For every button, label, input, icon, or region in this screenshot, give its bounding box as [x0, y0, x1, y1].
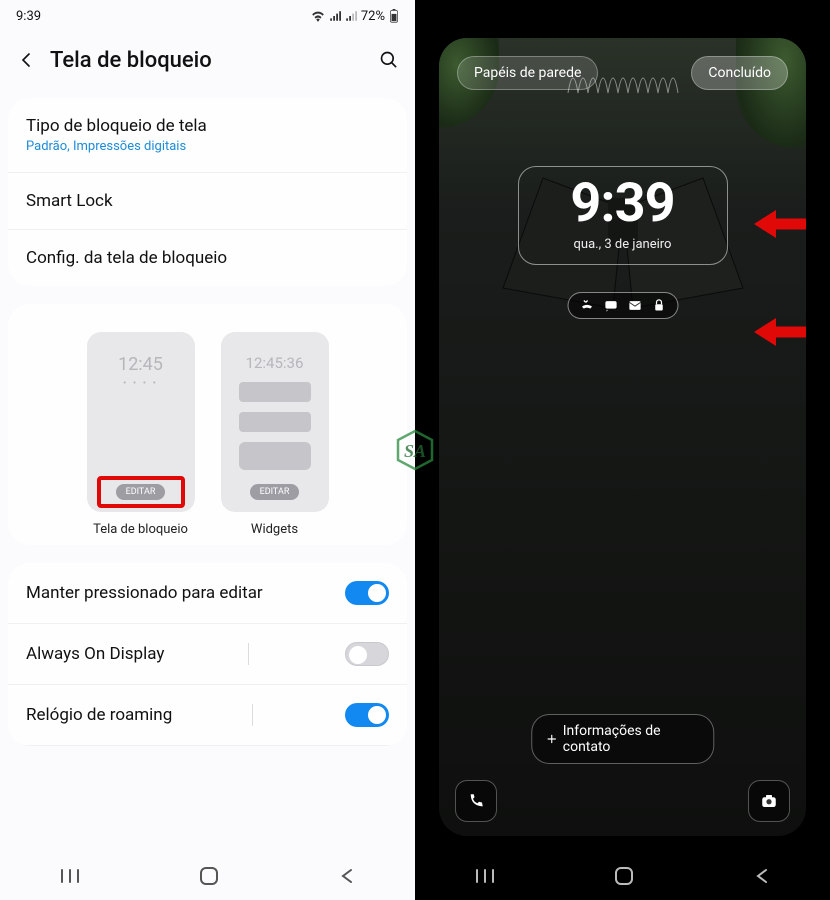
plus-icon: [546, 733, 557, 745]
battery-icon: [389, 9, 399, 23]
done-button[interactable]: Concluído: [691, 56, 788, 90]
widget-bar-1: [239, 382, 311, 402]
roaming-clock-label: Relógio de roaming: [26, 705, 172, 725]
settings-screen: 9:39 72% Tela de bloqueio Tipo de bloque…: [0, 0, 415, 900]
hold-to-edit-switch[interactable]: [345, 581, 389, 605]
wifi-icon: [311, 10, 325, 22]
lock-time: 9:39: [570, 177, 674, 231]
recents-button[interactable]: [59, 867, 81, 889]
divider: [248, 643, 249, 665]
settings-group-1: Tipo de bloqueio de tela Padrão, Impress…: [8, 98, 407, 286]
lockscreen-config-row[interactable]: Config. da tela de bloqueio: [8, 230, 407, 286]
phone-shortcut[interactable]: [455, 780, 497, 822]
lock-type-row[interactable]: Tipo de bloqueio de tela Padrão, Impress…: [8, 98, 407, 173]
annotation-arrow-2: [752, 314, 806, 350]
widgets-preview-label: Widgets: [251, 522, 298, 537]
message-icon: [603, 298, 618, 313]
hold-to-edit-label: Manter pressionado para editar: [26, 583, 263, 603]
lockscreen-canvas[interactable]: Papéis de parede Concluído 9:39 qua., 3 …: [439, 38, 806, 836]
hold-to-edit-row[interactable]: Manter pressionado para editar: [8, 563, 407, 624]
notification-icons-widget[interactable]: [567, 292, 678, 319]
widgets-preview[interactable]: 12:45:36 EDITAR Widgets: [221, 332, 329, 537]
mini-clock-widgets: 12:45:36: [246, 354, 304, 372]
mail-icon: [627, 298, 642, 313]
signal1-icon: [329, 10, 341, 22]
lockscreen-preview-label: Tela de bloqueio: [93, 522, 188, 537]
nav-bar: [0, 856, 415, 900]
watermark-badge: SA: [394, 429, 436, 471]
roaming-clock-row[interactable]: Relógio de roaming: [8, 685, 407, 746]
editar-badge-widgets[interactable]: EDITAR: [250, 484, 300, 500]
back-nav-button[interactable]: [753, 867, 771, 889]
search-button[interactable]: [375, 46, 403, 74]
aod-label: Always On Display: [26, 644, 164, 664]
widget-bar-3: [239, 442, 311, 470]
divider: [252, 704, 253, 726]
aod-switch[interactable]: [345, 642, 389, 666]
home-button[interactable]: [614, 866, 634, 890]
header: Tela de bloqueio: [0, 32, 415, 98]
aod-row[interactable]: Always On Display: [8, 624, 407, 685]
annotation-arrow-1: [752, 206, 806, 242]
red-highlight: [97, 476, 185, 508]
toggles-group: Manter pressionado para editar Always On…: [8, 563, 407, 746]
camera-shortcut[interactable]: [748, 780, 790, 822]
clock-widget[interactable]: 9:39 qua., 3 de janeiro: [518, 166, 728, 265]
battery-text: 72%: [361, 9, 385, 24]
lockscreen-config-label: Config. da tela de bloqueio: [26, 248, 227, 268]
nav-bar-right: [415, 856, 830, 900]
status-icons: 72%: [311, 9, 399, 24]
widget-bar-2: [239, 412, 311, 432]
wallpapers-button[interactable]: Papéis de parede: [457, 56, 598, 90]
missed-call-icon: [579, 298, 594, 313]
mini-clock: 12:45: [118, 354, 163, 375]
phone-icon: [467, 792, 485, 810]
page-title: Tela de bloqueio: [50, 48, 212, 73]
lock-icon: [651, 298, 666, 313]
status-time: 9:39: [16, 9, 41, 24]
svg-text:SA: SA: [404, 441, 426, 461]
recents-button[interactable]: [474, 867, 496, 889]
status-bar: 9:39 72%: [0, 0, 415, 32]
editor-top-buttons: Papéis de parede Concluído: [439, 56, 806, 90]
contact-info-button[interactable]: Informações de contato: [531, 714, 715, 764]
wallpaper-leaf-right: [736, 38, 806, 148]
signal2-icon: [345, 10, 357, 22]
roaming-clock-switch[interactable]: [345, 703, 389, 727]
mini-dots: • • • •: [123, 378, 158, 389]
lockscreen-preview[interactable]: 12:45 • • • • EDITAR Tela de bloqueio: [87, 332, 195, 537]
preview-card: 12:45 • • • • EDITAR Tela de bloqueio 12…: [8, 304, 407, 545]
contact-info-label: Informações de contato: [563, 723, 700, 755]
home-button[interactable]: [199, 866, 219, 890]
camera-icon: [760, 792, 778, 810]
back-button[interactable]: [12, 46, 40, 74]
lock-date: qua., 3 de janeiro: [574, 237, 672, 252]
back-nav-button[interactable]: [338, 867, 356, 889]
lock-type-title: Tipo de bloqueio de tela: [26, 116, 207, 136]
lockscreen-editor: Papéis de parede Concluído 9:39 qua., 3 …: [415, 0, 830, 900]
smart-lock-row[interactable]: Smart Lock: [8, 173, 407, 230]
smart-lock-label: Smart Lock: [26, 191, 113, 211]
lock-type-subtitle: Padrão, Impressões digitais: [26, 139, 207, 154]
search-icon: [379, 50, 399, 70]
